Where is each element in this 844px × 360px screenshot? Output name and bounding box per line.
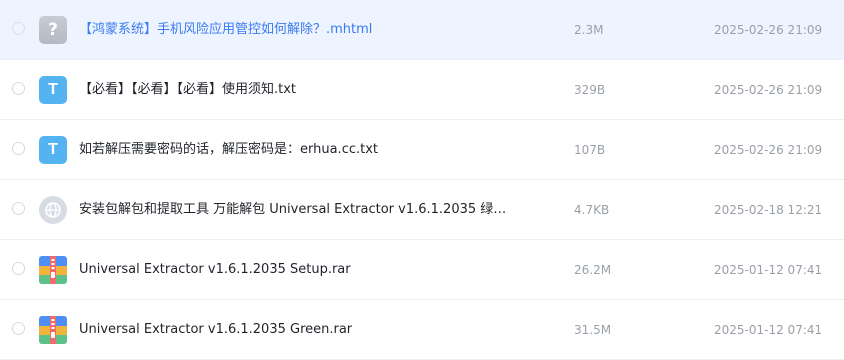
file-date: 2025-01-12 07:41: [714, 323, 823, 337]
file-size: 4.7KB: [574, 203, 610, 217]
file-name[interactable]: 如若解压需要密码的话，解压密码是：erhua.cc.txt: [79, 140, 378, 160]
file-date: 2025-02-26 21:09: [714, 23, 823, 37]
file-size: 31.5M: [574, 323, 612, 337]
file-size: 107B: [574, 143, 606, 157]
file-row[interactable]: ? 【鸿蒙系统】手机风险应用管控如何解除？.mhtml 2.3M 2025-02…: [0, 0, 844, 60]
text-file-icon: T: [39, 76, 67, 104]
web-link-icon: [39, 196, 67, 224]
row-checkbox[interactable]: [12, 142, 25, 155]
file-date: 2025-02-18 12:21: [714, 203, 823, 217]
file-row[interactable]: T 【必看】【必看】【必看】使用须知.txt 329B 2025-02-26 2…: [0, 60, 844, 120]
row-checkbox[interactable]: [12, 22, 25, 35]
file-name[interactable]: Universal Extractor v1.6.1.2035 Green.ra…: [79, 320, 352, 340]
file-name[interactable]: 安装包解包和提取工具 万能解包 Universal Extractor v1.6…: [79, 200, 506, 220]
file-date: 2025-01-12 07:41: [714, 263, 823, 277]
file-row[interactable]: Universal Extractor v1.6.1.2035 Green.ra…: [0, 300, 844, 360]
file-name[interactable]: 【鸿蒙系统】手机风险应用管控如何解除？.mhtml: [79, 20, 372, 40]
file-list: ? 【鸿蒙系统】手机风险应用管控如何解除？.mhtml 2.3M 2025-02…: [0, 0, 844, 360]
row-checkbox[interactable]: [12, 322, 25, 335]
row-checkbox[interactable]: [12, 202, 25, 215]
file-size: 2.3M: [574, 23, 604, 37]
file-row[interactable]: T 如若解压需要密码的话，解压密码是：erhua.cc.txt 107B 202…: [0, 120, 844, 180]
file-name[interactable]: Universal Extractor v1.6.1.2035 Setup.ra…: [79, 260, 351, 280]
file-row[interactable]: Universal Extractor v1.6.1.2035 Setup.ra…: [0, 240, 844, 300]
file-date: 2025-02-26 21:09: [714, 83, 823, 97]
text-file-icon: T: [39, 136, 67, 164]
archive-icon: [39, 256, 67, 284]
file-name[interactable]: 【必看】【必看】【必看】使用须知.txt: [79, 80, 296, 100]
row-checkbox[interactable]: [12, 262, 25, 275]
unknown-file-icon: ?: [39, 16, 67, 44]
file-size: 329B: [574, 83, 606, 97]
file-date: 2025-02-26 21:09: [714, 143, 823, 157]
file-size: 26.2M: [574, 263, 612, 277]
file-row[interactable]: 安装包解包和提取工具 万能解包 Universal Extractor v1.6…: [0, 180, 844, 240]
archive-icon: [39, 316, 67, 344]
row-checkbox[interactable]: [12, 82, 25, 95]
